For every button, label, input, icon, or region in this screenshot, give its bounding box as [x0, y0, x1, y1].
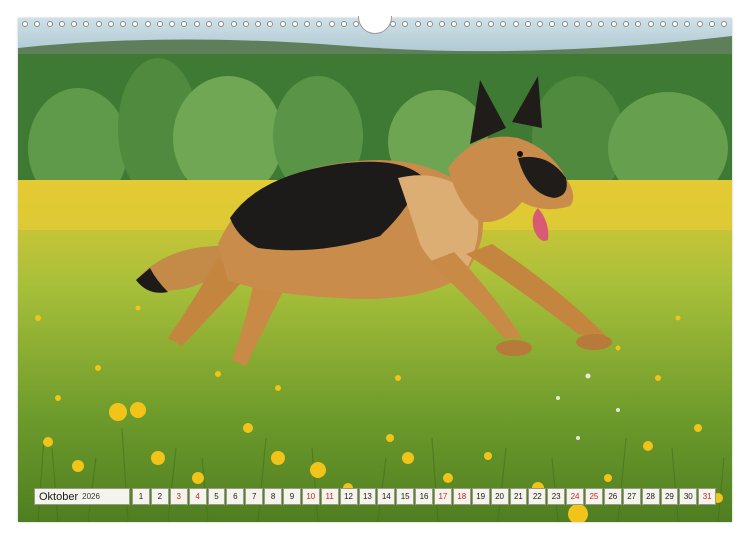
binding-hole [267, 21, 274, 27]
binding-hole [242, 21, 249, 27]
day-cell: 27 [622, 488, 641, 505]
day-cell: 6 [226, 488, 245, 505]
binding-hole [156, 21, 163, 27]
binding-hole [83, 21, 90, 27]
binding-hole [610, 21, 617, 27]
day-cell: 25 [585, 488, 603, 505]
binding-hole [95, 21, 102, 27]
binding-hole [512, 21, 519, 27]
binding-hole [524, 21, 531, 27]
day-cell: 22 [528, 488, 547, 505]
binding-hole [340, 21, 347, 27]
day-cell: 28 [641, 488, 660, 505]
binding-hole [537, 21, 544, 27]
binding-hole [623, 21, 630, 27]
binding-hole [71, 21, 78, 27]
binding-hole [58, 21, 65, 27]
day-cell: 17 [434, 488, 452, 505]
day-cell: 24 [566, 488, 584, 505]
binding-hole [659, 21, 666, 27]
binding-hole [46, 21, 53, 27]
day-cell: 12 [339, 488, 358, 505]
day-cell: 26 [603, 488, 622, 505]
binding-hole [328, 21, 335, 27]
binding-hole [144, 21, 151, 27]
day-cell: 13 [358, 488, 377, 505]
day-cell: 9 [283, 488, 301, 505]
day-cells: 1 2 3 4 5 6 7 8 9 10 11 12 13 14 15 16 1… [132, 488, 717, 505]
binding-hole [463, 21, 470, 27]
binding-hole [304, 21, 311, 27]
day-cell: 16 [415, 488, 433, 505]
binding-hole [598, 21, 605, 27]
binding-hole [488, 21, 495, 27]
month-year: 2026 [82, 492, 100, 501]
calendar-strip: Oktober 2026 1 2 3 4 5 6 7 8 9 10 11 12 … [34, 488, 717, 505]
binding-hole [635, 21, 642, 27]
dog-meadow-photo [18, 18, 732, 522]
day-cell: 5 [207, 488, 226, 505]
binding-hole [439, 21, 446, 27]
binding-hole [291, 21, 298, 27]
binding-hole [316, 21, 323, 27]
day-cell: 14 [377, 488, 396, 505]
binding-hole [132, 21, 139, 27]
binding-hole [402, 21, 409, 27]
day-cell: 29 [660, 488, 679, 505]
day-cell: 10 [301, 488, 320, 505]
binding-hole [107, 21, 114, 27]
binding-hole [120, 21, 127, 27]
binding-hole [647, 21, 654, 27]
month-label-box: Oktober 2026 [34, 488, 130, 505]
binding-hole [586, 21, 593, 27]
binding-hole [181, 21, 188, 27]
binding-hole [684, 21, 691, 27]
day-cell: 30 [679, 488, 698, 505]
calendar-page [18, 18, 732, 522]
binding-hole [414, 21, 421, 27]
binding-hole [451, 21, 458, 27]
day-cell: 4 [188, 488, 207, 505]
binding-hole [549, 21, 556, 27]
binding-hole [426, 21, 433, 27]
month-name: Oktober [39, 490, 79, 503]
binding-hole [230, 21, 237, 27]
binding-hole [573, 21, 580, 27]
binding-hole [255, 21, 262, 27]
binding-hole [205, 21, 212, 27]
binding-hole [218, 21, 225, 27]
binding-hole [696, 21, 703, 27]
day-cell: 15 [396, 488, 415, 505]
binding-hole [34, 21, 41, 27]
day-cell: 2 [150, 488, 169, 505]
binding-hole [193, 21, 200, 27]
binding-hole [169, 21, 176, 27]
day-cell: 21 [509, 488, 528, 505]
binding-hole [500, 21, 507, 27]
day-cell: 20 [490, 488, 509, 505]
day-cell: 19 [471, 488, 490, 505]
day-cell: 31 [698, 488, 717, 505]
day-cell: 18 [452, 488, 471, 505]
binding-hole [721, 21, 728, 27]
day-cell: 3 [169, 488, 188, 505]
day-cell: 1 [132, 488, 150, 505]
binding-hole [672, 21, 679, 27]
day-cell: 8 [264, 488, 282, 505]
binding-hole [708, 21, 715, 27]
binding-hole [561, 21, 568, 27]
day-cell: 7 [245, 488, 264, 505]
binding-hole [475, 21, 482, 27]
binding-hole [22, 21, 28, 27]
day-cell: 23 [547, 488, 566, 505]
binding-hole [279, 21, 286, 27]
day-cell: 11 [320, 488, 339, 505]
